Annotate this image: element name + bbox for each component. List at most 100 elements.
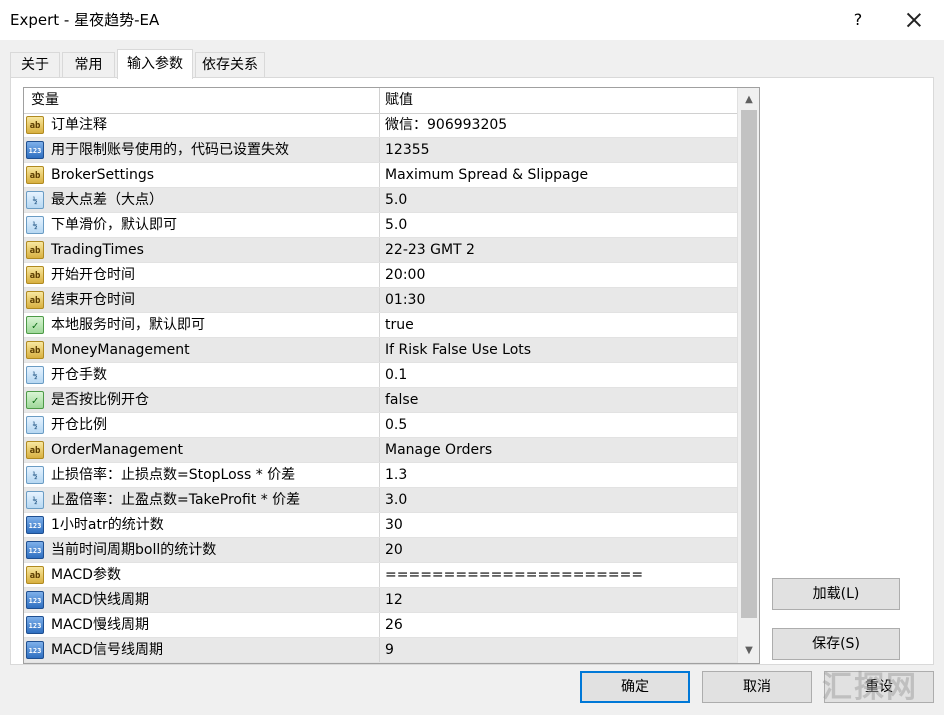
parameter-value[interactable]: 5.0	[385, 213, 407, 237]
table-row[interactable]: ½ 下单滑价，默认即可 5.0	[24, 213, 737, 238]
column-divider	[379, 438, 380, 462]
column-divider	[379, 163, 380, 187]
cancel-button[interactable]: 取消	[702, 671, 812, 703]
header-value[interactable]: 赋值	[385, 88, 413, 113]
scroll-down-icon[interactable]: ▼	[738, 641, 759, 661]
vertical-scrollbar[interactable]: ▲ ▼	[737, 88, 759, 663]
tab-inputs[interactable]: 输入参数	[117, 49, 193, 79]
table-row[interactable]: ab 结束开仓时间 01:30	[24, 288, 737, 313]
parameter-value[interactable]: 01:30	[385, 288, 425, 312]
parameter-name: 订单注释	[51, 117, 107, 133]
parameter-value[interactable]: 9	[385, 638, 394, 662]
parameter-value[interactable]: 微信：906993205	[385, 113, 507, 137]
double-type-icon: ½	[26, 216, 44, 234]
table-row[interactable]: 123 用于限制账号使用的，代码已设置失效 12355	[24, 138, 737, 163]
parameter-value[interactable]: 26	[385, 613, 403, 637]
parameter-value[interactable]: 20:00	[385, 263, 425, 287]
column-divider	[379, 238, 380, 262]
parameter-name: 是否按比例开仓	[51, 392, 149, 408]
table-row[interactable]: ✓ 是否按比例开仓 false	[24, 388, 737, 413]
column-divider	[379, 413, 380, 437]
parameter-value[interactable]: 5.0	[385, 188, 407, 212]
window-title: Expert - 星夜趋势-EA	[10, 11, 160, 29]
parameter-value[interactable]: 22-23 GMT 2	[385, 238, 475, 262]
string-type-icon: ab	[26, 241, 44, 259]
column-divider	[379, 563, 380, 587]
column-divider	[379, 538, 380, 562]
parameter-name: OrderManagement	[51, 442, 184, 458]
table-row[interactable]: ab MACD参数 ======================	[24, 563, 737, 588]
header-divider[interactable]	[379, 88, 380, 113]
table-row[interactable]: ab OrderManagement Manage Orders	[24, 438, 737, 463]
parameter-value[interactable]: Maximum Spread & Slippage	[385, 163, 588, 187]
tab-about[interactable]: 关于	[10, 52, 60, 77]
table-row[interactable]: ½ 止损倍率：止损点数=StopLoss * 价差 1.3	[24, 463, 737, 488]
table-row[interactable]: 123 MACD慢线周期 26	[24, 613, 737, 638]
parameter-value[interactable]: Manage Orders	[385, 438, 492, 462]
table-row[interactable]: ab MoneyManagement If Risk False Use Lots	[24, 338, 737, 363]
double-type-icon: ½	[26, 466, 44, 484]
title-bar: Expert - 星夜趋势-EA ?	[0, 0, 944, 40]
parameter-value[interactable]: 0.5	[385, 413, 407, 437]
load-button[interactable]: 加载(L)	[772, 578, 900, 610]
parameter-value[interactable]: If Risk False Use Lots	[385, 338, 531, 362]
parameter-name: 用于限制账号使用的，代码已设置失效	[51, 142, 289, 158]
tab-common[interactable]: 常用	[62, 52, 115, 77]
integer-type-icon: 123	[26, 616, 44, 634]
table-row[interactable]: 123 当前时间周期boll的统计数 20	[24, 538, 737, 563]
table-row[interactable]: 123 1小时atr的统计数 30	[24, 513, 737, 538]
parameter-name: 当前时间周期boll的统计数	[51, 542, 217, 558]
parameter-name: 开始开仓时间	[51, 267, 135, 283]
table-row[interactable]: ✓ 本地服务时间，默认即可 true	[24, 313, 737, 338]
parameter-name: BrokerSettings	[51, 167, 155, 183]
column-divider	[379, 263, 380, 287]
save-button[interactable]: 保存(S)	[772, 628, 900, 660]
table-row[interactable]: ab TradingTimes 22-23 GMT 2	[24, 238, 737, 263]
header-variable[interactable]: 变量	[31, 88, 59, 113]
table-row[interactable]: ab 订单注释 微信：906993205	[24, 113, 737, 138]
bool-type-icon: ✓	[26, 391, 44, 409]
column-divider	[379, 138, 380, 162]
column-divider	[379, 363, 380, 387]
parameter-name: MACD信号线周期	[51, 642, 163, 658]
parameter-value[interactable]: 12355	[385, 138, 430, 162]
table-row[interactable]: ab 开始开仓时间 20:00	[24, 263, 737, 288]
close-button[interactable]	[902, 8, 926, 32]
table-row[interactable]: ½ 开仓手数 0.1	[24, 363, 737, 388]
help-button[interactable]: ?	[848, 8, 868, 32]
scroll-thumb[interactable]	[741, 110, 757, 618]
ok-button[interactable]: 确定	[580, 671, 690, 703]
column-divider	[379, 338, 380, 362]
parameter-value[interactable]: 1.3	[385, 463, 407, 487]
parameter-value[interactable]: false	[385, 388, 418, 412]
parameter-name: TradingTimes	[51, 242, 144, 258]
parameter-name: 止盈倍率：止盈点数=TakeProfit * 价差	[51, 492, 301, 508]
table-row[interactable]: 123 MACD信号线周期 9	[24, 638, 737, 663]
parameter-value[interactable]: 30	[385, 513, 403, 537]
parameter-name: 本地服务时间，默认即可	[51, 317, 205, 333]
parameter-value[interactable]: 3.0	[385, 488, 407, 512]
parameter-value[interactable]: 20	[385, 538, 403, 562]
parameter-value[interactable]: true	[385, 313, 414, 337]
parameter-value[interactable]: 0.1	[385, 363, 407, 387]
table-row[interactable]: ab BrokerSettings Maximum Spread & Slippag…	[24, 163, 737, 188]
column-divider	[379, 638, 380, 662]
bool-type-icon: ✓	[26, 316, 44, 334]
table-row[interactable]: ½ 止盈倍率：止盈点数=TakeProfit * 价差 3.0	[24, 488, 737, 513]
parameter-name: 止损倍率：止损点数=StopLoss * 价差	[51, 467, 296, 483]
table-row[interactable]: 123 MACD快线周期 12	[24, 588, 737, 613]
parameters-grid: 变量 赋值 ab 订单注释 微信：906993205 123 用于限制账号使用的，代码已…	[23, 87, 760, 664]
parameter-value[interactable]: ======================	[385, 563, 643, 587]
reset-button[interactable]: 重设	[824, 671, 934, 703]
parameter-name: 开仓手数	[51, 367, 107, 383]
parameter-name: MoneyManagement	[51, 342, 190, 358]
tab-dependencies[interactable]: 依存关系	[195, 52, 265, 77]
table-row[interactable]: ½ 最大点差（大点） 5.0	[24, 188, 737, 213]
scroll-up-icon[interactable]: ▲	[738, 90, 759, 110]
integer-type-icon: 123	[26, 141, 44, 159]
parameter-value[interactable]: 12	[385, 588, 403, 612]
string-type-icon: ab	[26, 441, 44, 459]
parameter-name: MACD参数	[51, 567, 121, 583]
table-row[interactable]: ½ 开仓比例 0.5	[24, 413, 737, 438]
column-divider	[379, 613, 380, 637]
